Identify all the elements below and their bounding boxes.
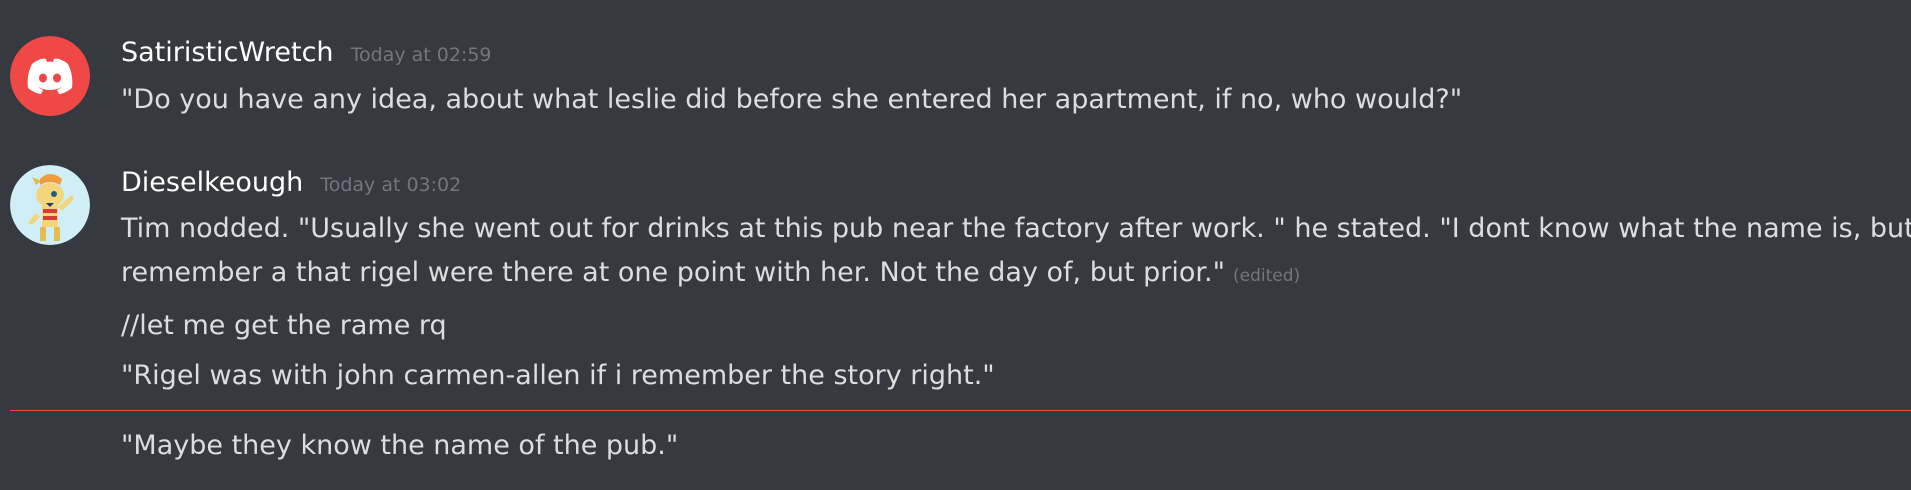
message-text-continuation: remember a that rigel were there at one …	[121, 252, 1300, 297]
avatar[interactable]	[10, 165, 90, 245]
chat-log: SatiristicWretch Today at 02:59 "Do you …	[0, 0, 1911, 490]
message-header: Dieselkeough Today at 03:02	[121, 167, 461, 198]
message-text: //let me get the rame rq	[121, 310, 447, 341]
message-text: Tim nodded. "Usually she went out for dr…	[121, 213, 1911, 244]
username[interactable]: Dieselkeough	[121, 167, 303, 198]
pony-avatar-icon	[10, 165, 90, 245]
timestamp[interactable]: Today at 03:02	[320, 174, 461, 196]
message-group: Dieselkeough Today at 03:02 Tim nodded. …	[0, 0, 1911, 490]
message-text: "Maybe they know the name of the pub."	[121, 430, 679, 461]
message-text: "Rigel was with john carmen-allen if i r…	[121, 360, 995, 391]
message-text: remember a that rigel were there at one …	[121, 257, 1226, 288]
new-messages-divider	[10, 410, 1911, 411]
edited-indicator: (edited)	[1233, 266, 1301, 286]
